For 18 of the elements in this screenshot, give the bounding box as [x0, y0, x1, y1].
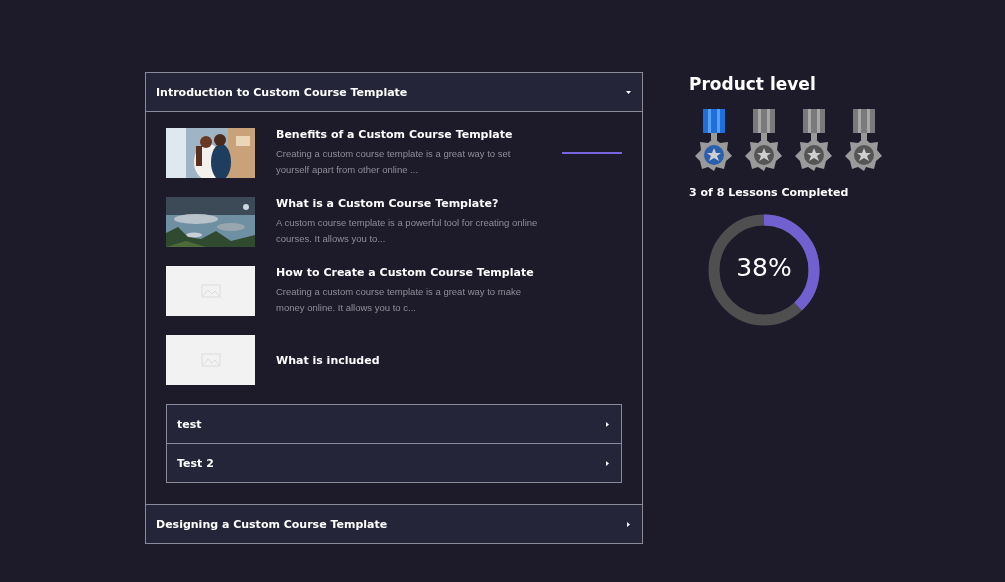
panel-title: Product level — [689, 74, 817, 94]
subsection-header[interactable]: test — [166, 404, 622, 444]
lesson-excerpt: Creating a custom course template is a great way to set yourself apart from other online ... — [276, 147, 512, 177]
section-header[interactable]: Introduction to Custom Course Template — [146, 73, 642, 111]
section-header[interactable]: Designing a Custom Course Template — [146, 505, 642, 543]
subsection-header[interactable]: Test 2 — [166, 443, 622, 483]
lesson-link[interactable]: How to Create a Custom Course Template — [276, 266, 546, 279]
lesson-link[interactable]: What is a Custom Course Template? — [276, 197, 546, 210]
lessons-completed: 3 of 8 Lessons Completed — [689, 186, 850, 199]
progress-percentage: 38% — [735, 253, 793, 282]
caret-icon — [625, 520, 632, 528]
lesson-excerpt: Creating a custom course template is a great way to make money online. It allows you to c... — [276, 285, 522, 315]
lesson-excerpt: A custom course template is a powerful tool for creating online courses. It allows you to... — [276, 216, 539, 246]
lesson-link[interactable]: What is included — [276, 353, 546, 367]
lesson-link[interactable]: Benefits of a Custom Course Template — [276, 128, 546, 141]
caret-icon — [625, 88, 632, 96]
caret-icon — [604, 459, 611, 467]
caret-icon — [604, 420, 611, 428]
